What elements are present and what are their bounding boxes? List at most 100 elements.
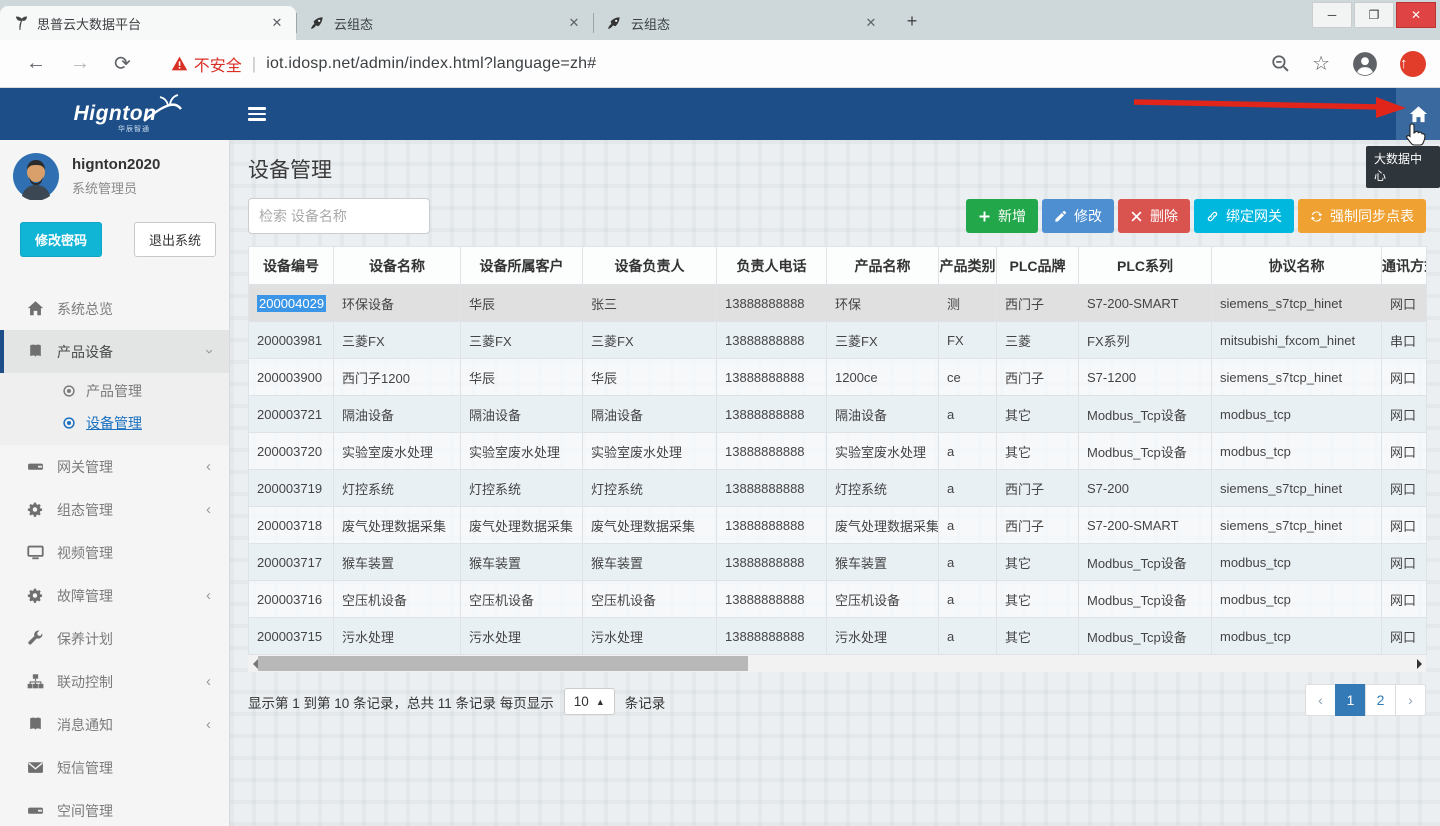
table-cell: 猴车装置 (827, 544, 939, 581)
horizontal-scrollbar[interactable] (248, 655, 1426, 672)
sidebar-item[interactable]: 保养计划 (0, 617, 229, 660)
table-cell: 其它 (997, 544, 1079, 581)
bigdata-home-button[interactable] (1396, 88, 1440, 140)
table-row[interactable]: 200003716空压机设备空压机设备空压机设备13888888888空压机设备… (249, 581, 1427, 618)
column-header[interactable]: 设备编号 (249, 247, 334, 285)
table-row[interactable]: 200003981三菱FX三菱FX三菱FX13888888888三菱FXFX三菱… (249, 322, 1427, 359)
sidebar-item[interactable]: 产品设备‹ (0, 330, 229, 373)
sidebar-item[interactable]: 短信管理 (0, 746, 229, 789)
sidebar-subitem[interactable]: 产品管理 (0, 375, 229, 407)
browser-profile-icon[interactable] (1352, 51, 1378, 77)
sidebar-item[interactable]: 联动控制‹ (0, 660, 229, 703)
close-button[interactable]: ✕ (1396, 2, 1436, 28)
table-cell: 灯控系统 (461, 470, 583, 507)
tab-close-icon[interactable]: ✕ (565, 14, 583, 32)
table-cell: 13888888888 (717, 470, 827, 507)
table-cell: a (939, 507, 997, 544)
sidebar-item[interactable]: 故障管理‹ (0, 574, 229, 617)
table-cell: 网口 (1382, 285, 1427, 322)
sidebar-item[interactable]: 消息通知‹ (0, 703, 229, 746)
table-row[interactable]: 200003719灯控系统灯控系统灯控系统13888888888灯控系统a西门子… (249, 470, 1427, 507)
sidebar-item[interactable]: 视频管理 (0, 531, 229, 574)
column-header[interactable]: 协议名称 (1212, 247, 1382, 285)
table-cell: 空压机设备 (583, 581, 717, 618)
search-input[interactable] (248, 198, 430, 234)
toolbar-button[interactable]: 新增 (966, 199, 1038, 233)
sidebar-item[interactable]: 空间管理 (0, 789, 229, 826)
browser-update-icon[interactable]: ↑ (1400, 51, 1426, 77)
table-cell: 200003718 (249, 507, 334, 544)
column-header[interactable]: PLC系列 (1079, 247, 1212, 285)
table-row[interactable]: 200004029环保设备华辰张三13888888888环保测西门子S7-200… (249, 285, 1427, 322)
security-warning[interactable]: 不安全 (171, 52, 242, 76)
tab-close-icon[interactable]: ✕ (862, 14, 880, 32)
toolbar-button[interactable]: 强制同步点表 (1298, 199, 1426, 233)
column-header[interactable]: 通讯方式 (1382, 247, 1427, 285)
sidebar-item-label: 联动控制 (57, 672, 113, 692)
table-row[interactable]: 200003715污水处理污水处理污水处理13888888888污水处理a其它M… (249, 618, 1427, 655)
table-row[interactable]: 200003718废气处理数据采集废气处理数据采集废气处理数据采集1388888… (249, 507, 1427, 544)
scrollbar-thumb[interactable] (258, 656, 748, 671)
page-button[interactable]: 1 (1335, 684, 1366, 716)
browser-tab[interactable]: 思普云大数据平台 ✕ (0, 6, 296, 40)
table-row[interactable]: 200003717猴车装置猴车装置猴车装置13888888888猴车装置a其它M… (249, 544, 1427, 581)
sidebar-subitem[interactable]: 设备管理 (0, 407, 229, 439)
sidebar-item[interactable]: 网关管理‹ (0, 445, 229, 488)
minimize-button[interactable]: ─ (1312, 2, 1352, 28)
forward-icon[interactable]: → (70, 52, 90, 75)
toolbar-button[interactable]: 绑定网关 (1194, 199, 1294, 233)
table-cell: 13888888888 (717, 359, 827, 396)
page-size-select[interactable]: 10 ▲ (564, 688, 615, 715)
hdd-icon (27, 458, 44, 475)
sidebar-item[interactable]: 组态管理‹ (0, 488, 229, 531)
toolbar-button[interactable]: 修改 (1042, 199, 1114, 233)
table-cell: 华辰 (461, 285, 583, 322)
table-row[interactable]: 200003720实验室废水处理实验室废水处理实验室废水处理1388888888… (249, 433, 1427, 470)
column-header[interactable]: 负责人电话 (717, 247, 827, 285)
table-row[interactable]: 200003900西门子1200华辰华辰138888888881200cece西… (249, 359, 1427, 396)
table-cell: Modbus_Tcp设备 (1079, 396, 1212, 433)
app-logo[interactable]: Hignton 华辰智通 (0, 88, 230, 140)
sync-icon (1310, 210, 1323, 223)
table-row[interactable]: 200003721隔油设备隔油设备隔油设备13888888888隔油设备a其它M… (249, 396, 1427, 433)
page-button[interactable]: ‹ (1305, 684, 1336, 716)
new-tab-button[interactable]: + (898, 8, 926, 36)
selected-text: 200004029 (257, 295, 326, 312)
url-text[interactable]: iot.idosp.net/admin/index.html?language=… (266, 55, 596, 73)
toolbar-button[interactable]: 删除 (1118, 199, 1190, 233)
bookmark-star-icon[interactable]: ☆ (1312, 51, 1330, 76)
table-cell: 猴车装置 (334, 544, 461, 581)
table-cell: 空压机设备 (461, 581, 583, 618)
restore-button[interactable]: ❐ (1354, 2, 1394, 28)
table-cell: modbus_tcp (1212, 581, 1382, 618)
column-header[interactable]: PLC品牌 (997, 247, 1079, 285)
tab-close-icon[interactable]: ✕ (268, 14, 286, 32)
chevron-left-icon: ‹ (206, 587, 211, 604)
pagination-summary: 显示第 1 到第 10 条记录，总共 11 条记录 每页显示 10 ▲ 条记录 (248, 684, 1426, 715)
browser-tab[interactable]: 云组态 ✕ (297, 6, 593, 40)
reload-icon[interactable]: ⟳ (114, 51, 131, 76)
column-header[interactable]: 设备名称 (334, 247, 461, 285)
cogs-icon (27, 587, 44, 604)
logout-button[interactable]: 退出系统 (134, 222, 216, 257)
table-cell: 测 (939, 285, 997, 322)
page-title: 设备管理 (248, 154, 1440, 184)
home-icon (27, 300, 44, 317)
page-button[interactable]: 2 (1365, 684, 1396, 716)
column-header[interactable]: 设备负责人 (583, 247, 717, 285)
column-header[interactable]: 设备所属客户 (461, 247, 583, 285)
sprout-icon (12, 15, 28, 31)
column-header[interactable]: 产品名称 (827, 247, 939, 285)
zoom-out-icon[interactable] (1271, 54, 1290, 73)
column-header[interactable]: 产品类别 (939, 247, 997, 285)
browser-tab[interactable]: 云组态 ✕ (594, 6, 890, 40)
page-button[interactable]: › (1395, 684, 1426, 716)
sidebar-item-label: 保养计划 (57, 629, 113, 649)
back-icon[interactable]: ← (26, 52, 46, 75)
scroll-right-icon[interactable] (1412, 655, 1426, 672)
sidebar-toggle-icon[interactable] (248, 107, 266, 140)
table-cell: 废气处理数据采集 (334, 507, 461, 544)
change-password-button[interactable]: 修改密码 (20, 222, 102, 257)
sidebar-item[interactable]: 系统总览 (0, 287, 229, 330)
tab-title: 思普云大数据平台 (37, 14, 268, 33)
